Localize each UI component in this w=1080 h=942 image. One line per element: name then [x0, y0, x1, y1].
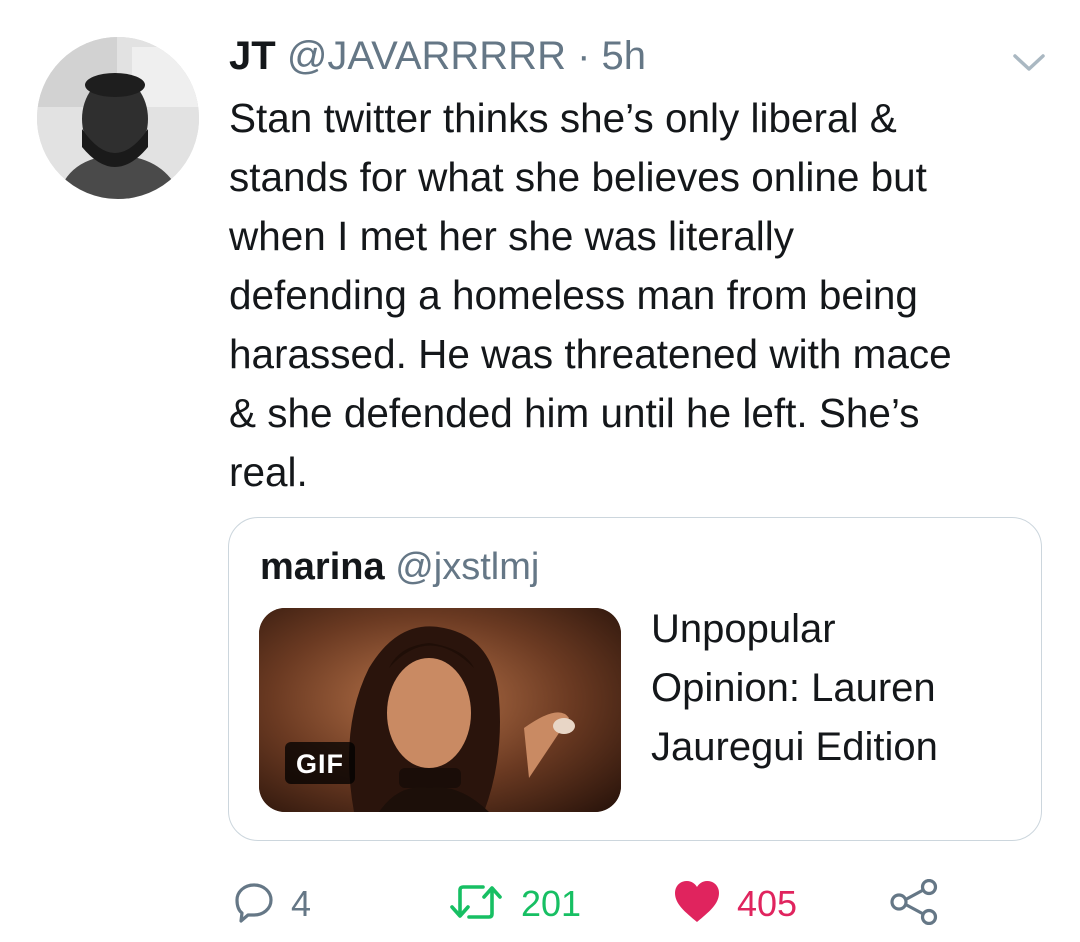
- separator-dot: ·: [577, 34, 591, 78]
- retweet-icon: [447, 881, 505, 928]
- author-handle[interactable]: @JAVARRRRR: [287, 34, 566, 78]
- chevron-down-icon[interactable]: [1012, 52, 1046, 74]
- tweet-header: JT @JAVARRRRR · 5h: [229, 32, 646, 80]
- retweet-button[interactable]: 201: [447, 880, 581, 928]
- quoted-tweet-text: Unpopular Opinion: Lauren Jauregui Editi…: [651, 607, 938, 769]
- quoted-tweet-gif[interactable]: GIF: [259, 608, 621, 812]
- tweet-actions-bar: 4 201 405: [0, 872, 1080, 936]
- retweet-count: 201: [521, 883, 582, 924]
- like-count: 405: [737, 883, 798, 924]
- author-name[interactable]: JT: [229, 34, 276, 78]
- quoted-author-handle: @jxstlmj: [395, 546, 540, 588]
- reply-count: 4: [291, 883, 312, 924]
- avatar[interactable]: [37, 37, 199, 199]
- reply-icon: [233, 881, 275, 928]
- gif-badge: GIF: [285, 742, 355, 784]
- reply-button[interactable]: 4: [233, 880, 311, 928]
- share-button[interactable]: [889, 878, 939, 930]
- like-button[interactable]: 405: [673, 880, 797, 928]
- heart-icon: [673, 880, 721, 929]
- quoted-tweet-card[interactable]: marina @jxstlmj GIF Unpopular Opinion: L…: [228, 517, 1042, 841]
- share-icon: [889, 878, 939, 930]
- quoted-tweet-header: marina @jxstlmj: [260, 544, 539, 590]
- tweet-text: Stan twitter thinks she’s only liberal &…: [229, 95, 952, 495]
- quoted-author-name: marina: [260, 546, 385, 588]
- tweet-timestamp[interactable]: 5h: [602, 34, 647, 78]
